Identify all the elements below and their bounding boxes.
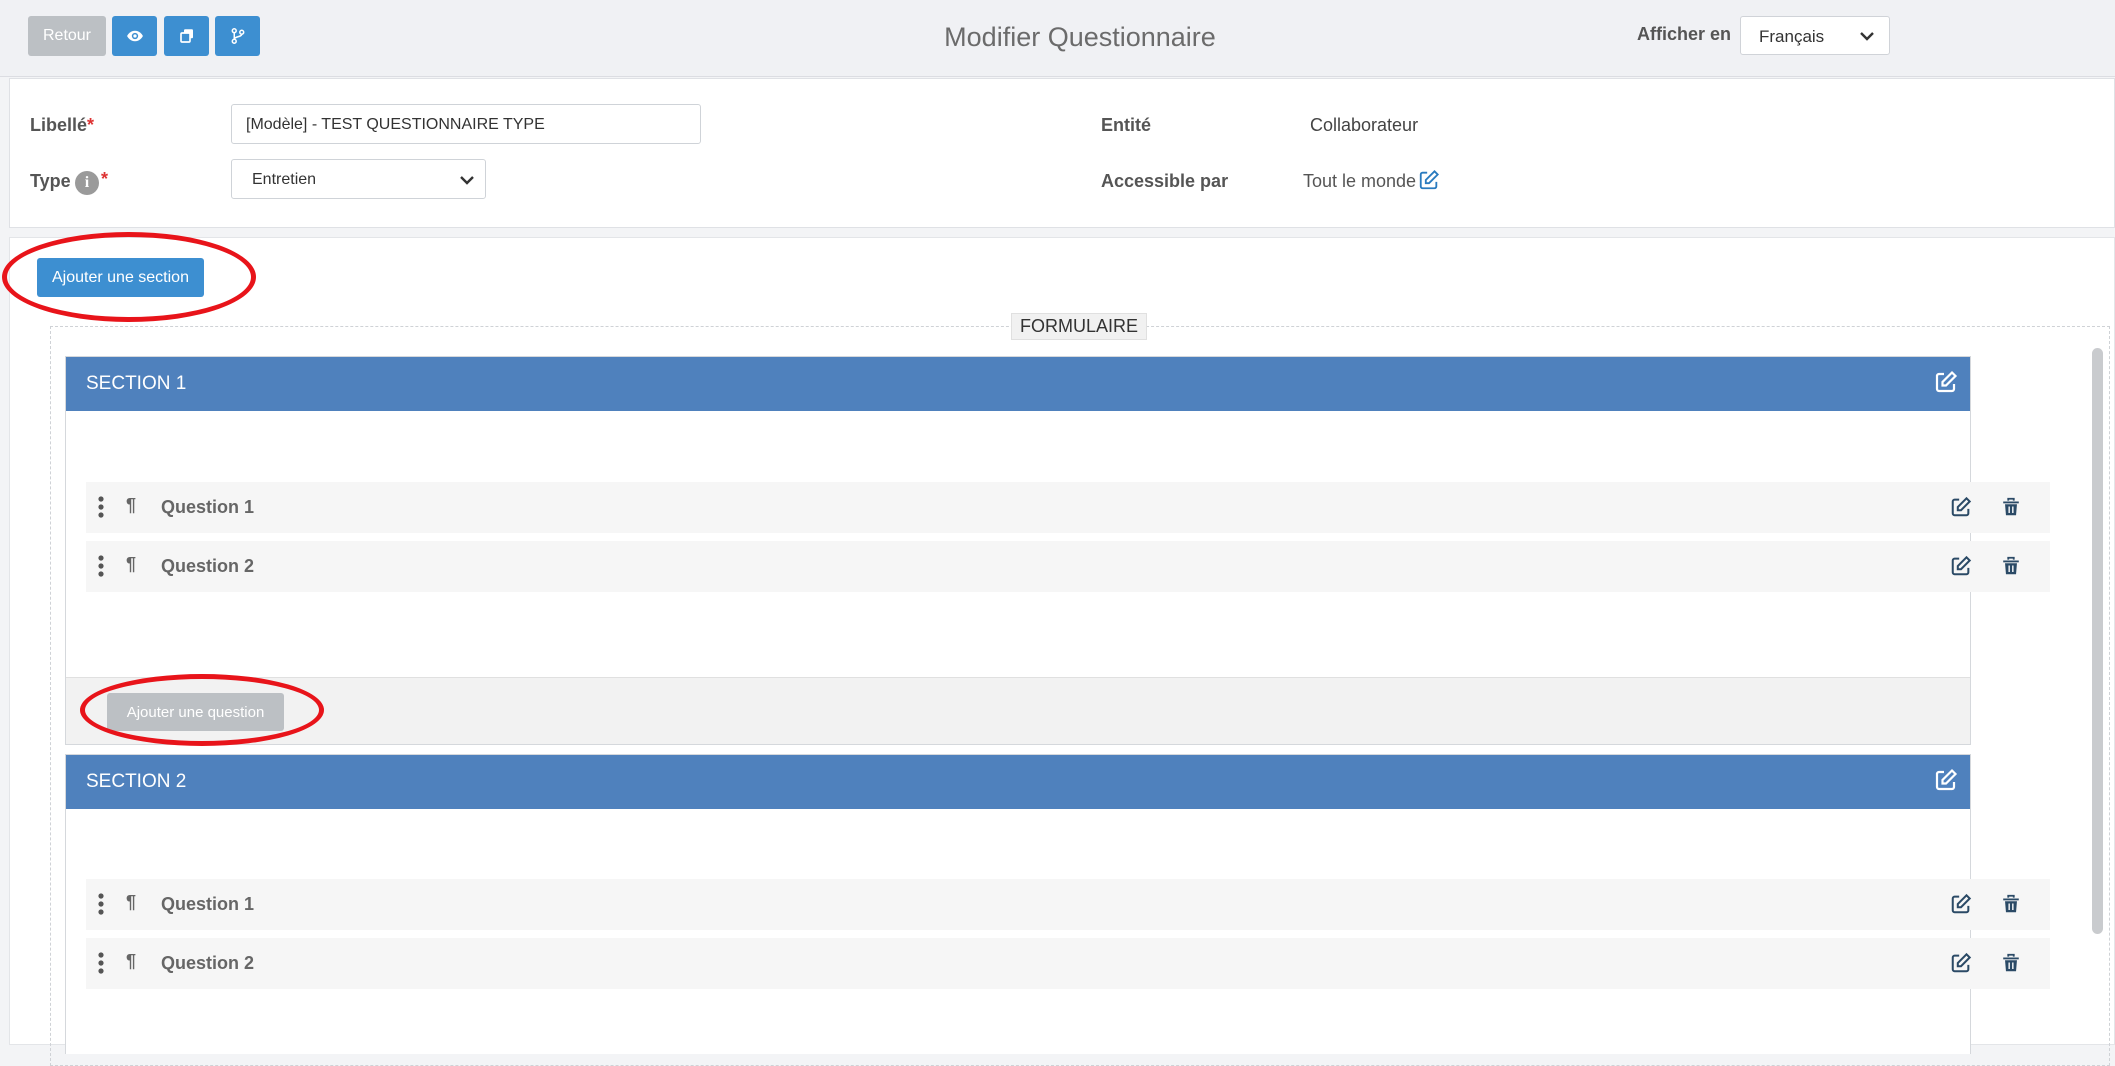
- annotation-circle: [80, 674, 324, 746]
- paragraph-icon: ¶: [126, 951, 137, 971]
- question-row[interactable]: ¶ Question 1: [86, 482, 2050, 533]
- question-label: Question 1: [161, 894, 255, 914]
- chevron-down-icon: [1860, 32, 1874, 41]
- trash-icon[interactable]: [2000, 496, 2022, 518]
- chevron-down-icon: [460, 176, 474, 185]
- scrollbar[interactable]: [2092, 348, 2103, 934]
- question-row[interactable]: ¶ Question 1: [86, 879, 2050, 930]
- edit-icon[interactable]: [1950, 893, 1972, 915]
- section-header: SECTION 2: [66, 755, 2006, 809]
- trash-icon[interactable]: [2000, 893, 2022, 915]
- paragraph-icon: ¶: [126, 554, 137, 574]
- label-input[interactable]: [Modèle] - TEST QUESTIONNAIRE TYPE: [231, 104, 701, 144]
- edit-icon[interactable]: [1950, 496, 1972, 518]
- section-card: SECTION 1 ¶ Question 1 ¶ Question 2 Ajou…: [65, 356, 2050, 745]
- label-field-label: Libellé*: [30, 115, 95, 135]
- drag-handle-icon[interactable]: [98, 496, 104, 518]
- question-label: Question 1: [161, 497, 255, 517]
- question-label: Question 2: [161, 953, 255, 973]
- question-row[interactable]: ¶ Question 2: [86, 938, 2050, 989]
- display-language-label: Afficher en: [1637, 24, 1732, 44]
- question-label: Question 2: [161, 556, 255, 576]
- section-footer: Ajouter une question: [66, 677, 1970, 744]
- drag-handle-icon[interactable]: [98, 555, 104, 577]
- trash-icon[interactable]: [2000, 555, 2022, 577]
- type-required-mark: *: [101, 169, 109, 189]
- edit-icon[interactable]: [1950, 952, 1972, 974]
- formulaire-legend: FORMULAIRE: [1011, 313, 1148, 340]
- entity-value: Collaborateur: [1310, 115, 1419, 135]
- drag-handle-icon[interactable]: [98, 893, 104, 915]
- paragraph-icon: ¶: [126, 495, 137, 515]
- trash-icon[interactable]: [1986, 370, 2010, 394]
- trash-icon[interactable]: [1986, 768, 2010, 792]
- info-icon[interactable]: i: [75, 171, 99, 195]
- trash-icon[interactable]: [2000, 952, 2022, 974]
- section-card: SECTION 2 ¶ Question 1 ¶ Question 2: [65, 754, 2050, 1054]
- section-title: SECTION 2: [86, 771, 187, 792]
- type-field-label: Type: [30, 171, 71, 191]
- section-header: SECTION 1: [66, 357, 2006, 411]
- drag-handle-icon[interactable]: [98, 952, 104, 974]
- entity-field-label: Entité: [1101, 115, 1152, 135]
- language-select[interactable]: Français: [1740, 16, 1890, 55]
- paragraph-icon: ¶: [126, 892, 137, 912]
- edit-icon[interactable]: [1934, 370, 1958, 394]
- question-row[interactable]: ¶ Question 2: [86, 541, 2050, 592]
- questionnaire-info-panel: [9, 78, 2115, 228]
- accessible-value: Tout le monde: [1303, 171, 1417, 191]
- type-select[interactable]: Entretien: [231, 159, 486, 199]
- annotation-circle: [2, 232, 256, 322]
- label-input-value: [Modèle] - TEST QUESTIONNAIRE TYPE: [246, 116, 545, 133]
- type-select-value: Entretien: [252, 171, 317, 188]
- edit-icon[interactable]: [1418, 169, 1440, 191]
- accessible-field-label: Accessible par: [1101, 171, 1229, 191]
- edit-icon[interactable]: [1934, 768, 1958, 792]
- edit-icon[interactable]: [1950, 555, 1972, 577]
- language-select-value: Français: [1759, 27, 1825, 46]
- section-title: SECTION 1: [86, 373, 187, 394]
